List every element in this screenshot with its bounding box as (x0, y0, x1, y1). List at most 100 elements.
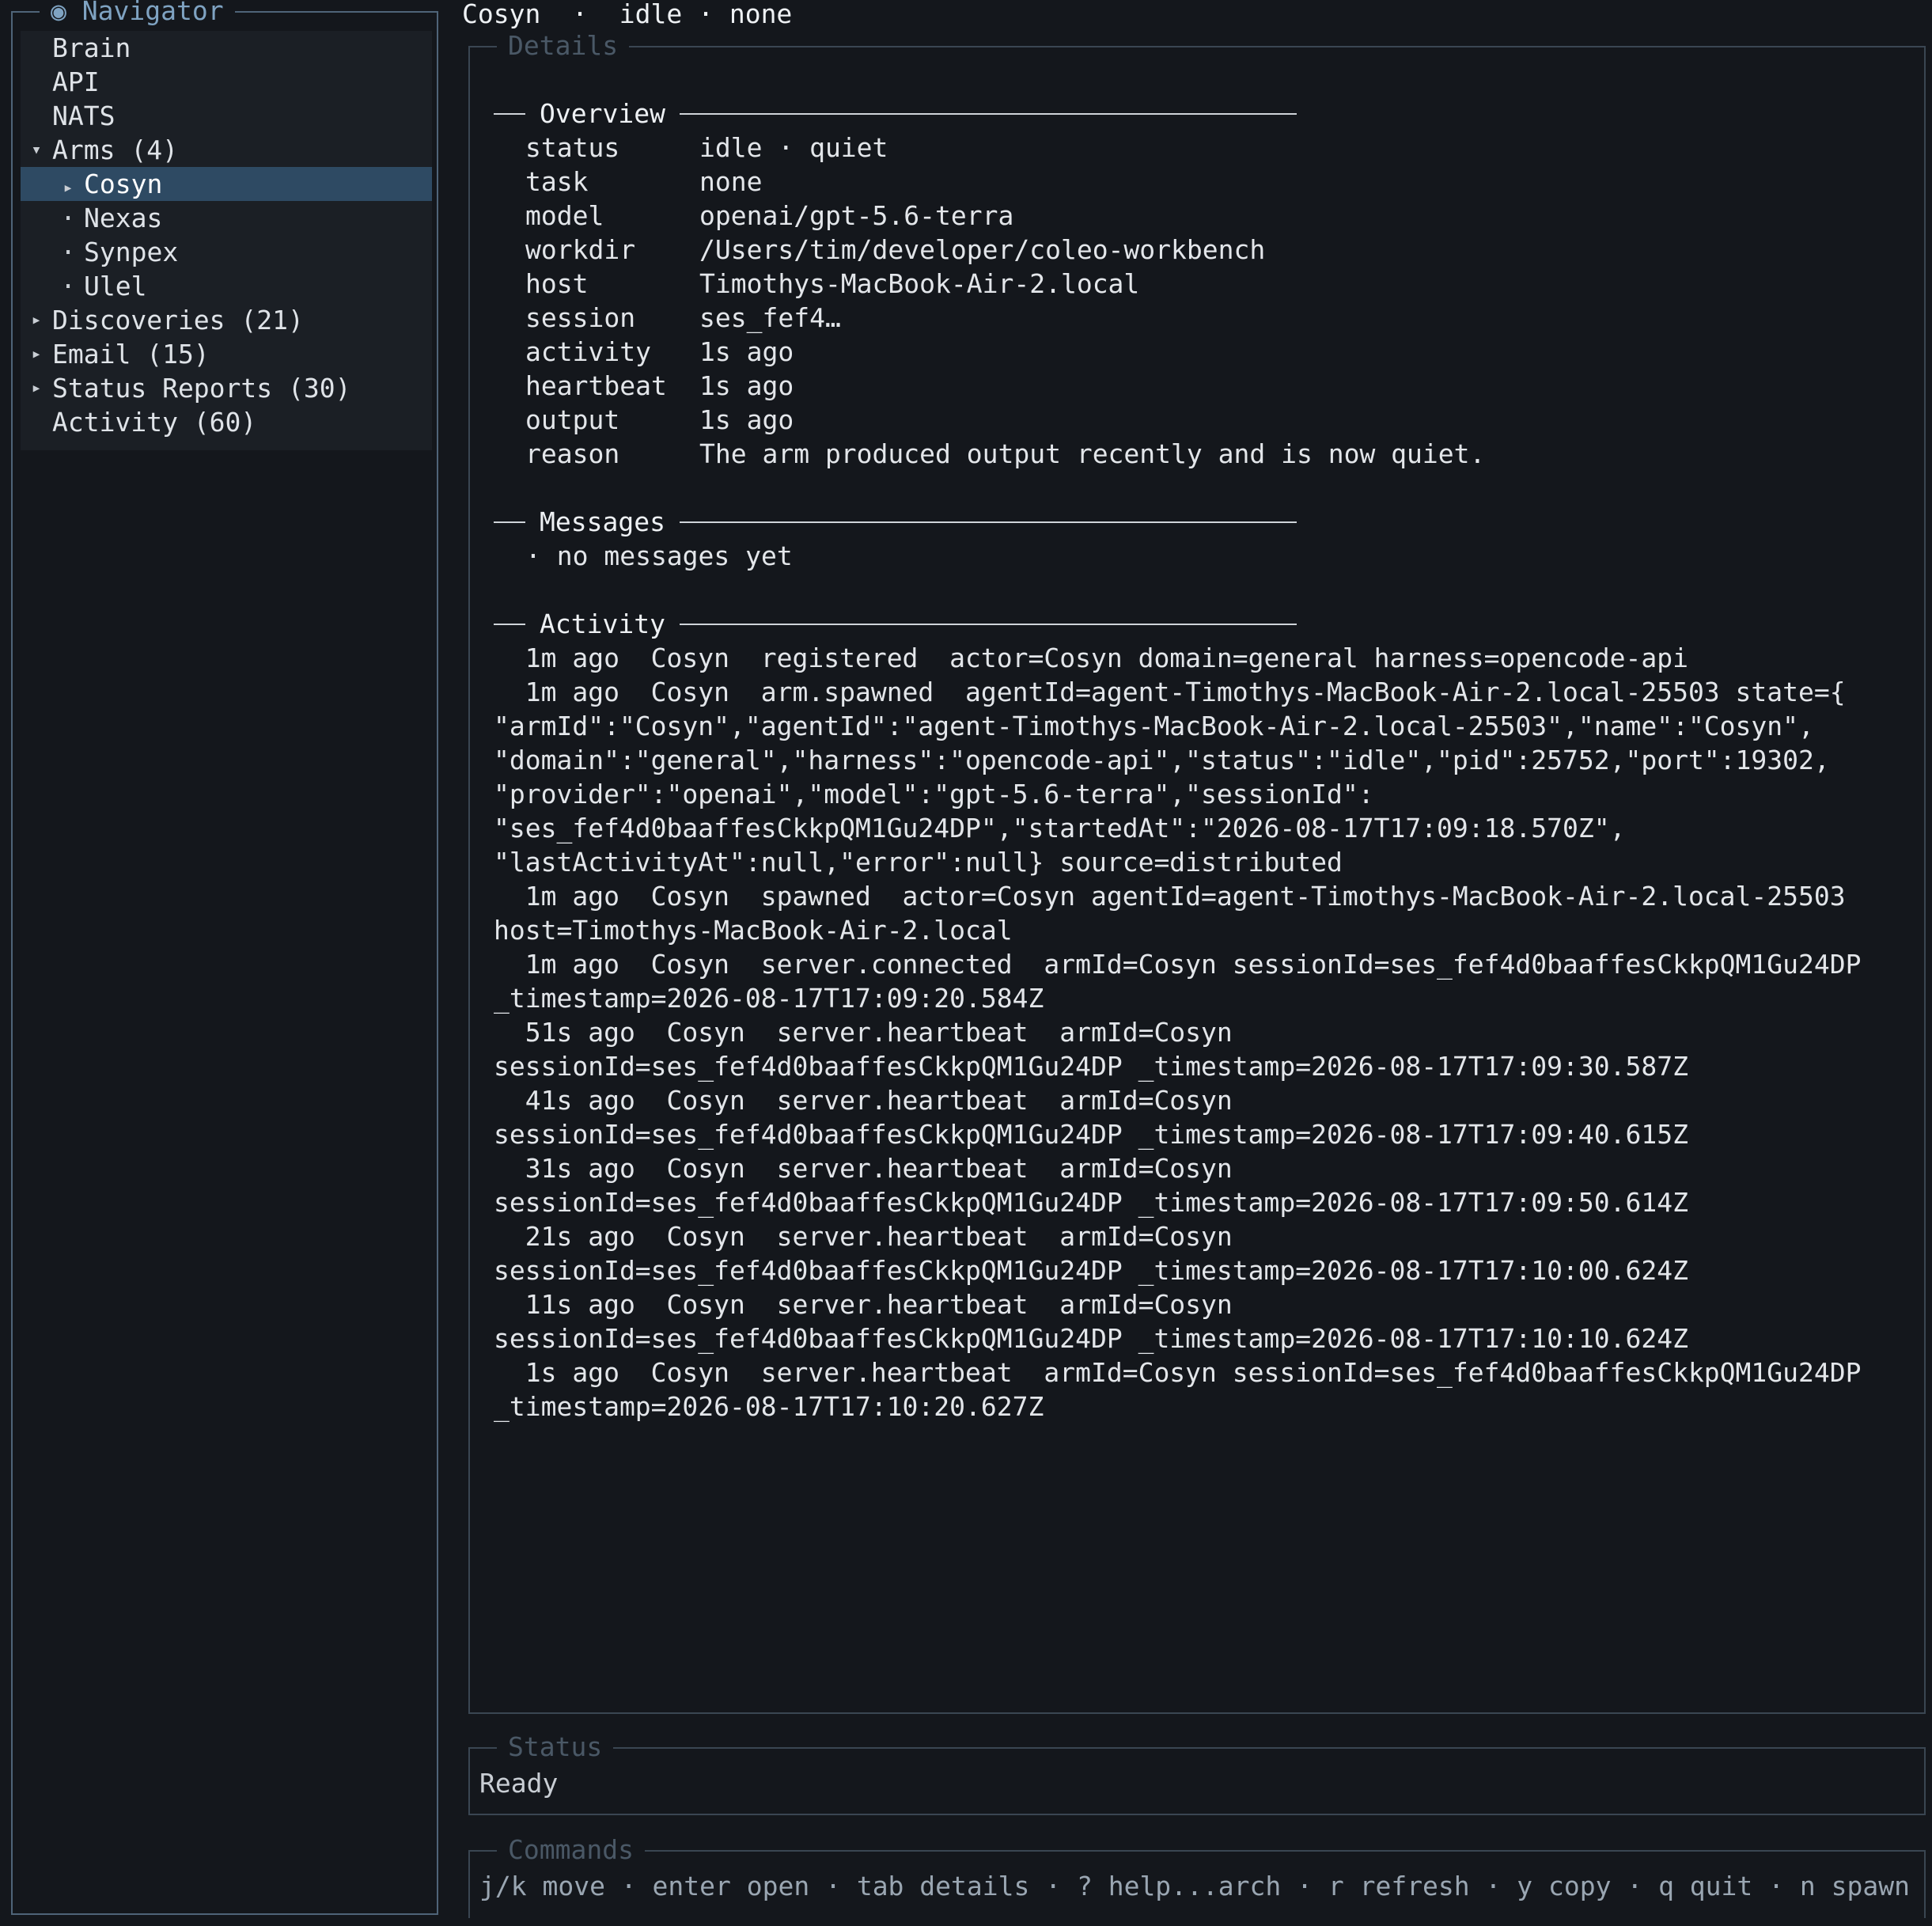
overview-row-task: task none (494, 165, 1910, 199)
nav-item-label: Nexas (84, 203, 163, 233)
overview-key: host (525, 268, 589, 299)
nav-item-label: Cosyn (84, 169, 163, 199)
overview-value: idle · quiet (699, 132, 888, 163)
activity-line: 31s ago Cosyn server.heartbeat armId=Cos… (494, 1153, 1233, 1184)
overview-value: openai/gpt-5.6-terra (699, 200, 1014, 231)
messages-heading: Messages (494, 505, 1910, 539)
details-title: Details (497, 30, 630, 62)
bullet-icon: · (60, 237, 76, 267)
activity-line: "ses_fef4d0baaffesCkkpQM1Gu24DP","starte… (494, 813, 1626, 844)
overview-row-status: status idle · quiet (494, 131, 1910, 165)
activity-line: 11s ago Cosyn server.heartbeat armId=Cos… (494, 1289, 1233, 1320)
activity-line: _timestamp=2026-08-17T17:10:20.627Z (494, 1391, 1044, 1422)
overview-key: status (525, 132, 620, 163)
chevron-right-icon: ▸ (63, 178, 74, 198)
activity-line: "armId":"Cosyn","agentId":"agent-Timothy… (494, 711, 1814, 741)
nav-item-label: Email (15) (52, 339, 210, 370)
nav-item-arm-ulel[interactable]: · Ulel (21, 269, 432, 303)
overview-list: status idle · quiet task none model openai/gp… (494, 131, 1910, 471)
overview-key: heartbeat (525, 370, 667, 401)
section-title: Messages (540, 506, 665, 537)
activity-line: host=Timothys-MacBook-Air-2.local (494, 915, 1013, 946)
chevron-down-icon[interactable]: ▾ (21, 133, 52, 167)
details-panel[interactable]: Details Overview status idle · quiet task n… (468, 30, 1926, 1714)
overview-value: /Users/tim/developer/coleo-workbench (699, 234, 1266, 265)
chevron-right-icon[interactable]: ▸ (21, 371, 52, 405)
nav-item-api[interactable]: API (21, 65, 432, 99)
nav-item-label: API (52, 66, 100, 97)
nav-item-arm-synpex[interactable]: · Synpex (21, 235, 432, 269)
nav-group-status-reports[interactable]: ▸ Status Reports (30) (21, 371, 432, 405)
navigator-title: ◉ Navigator (40, 0, 235, 27)
navigator-tree: Brain API NATS ▾ Arms (4) ▸ Cosyn · Nexas ·… (21, 31, 432, 450)
overview-value: 1s ago (699, 404, 794, 435)
chevron-right-icon[interactable]: ▸ (21, 303, 52, 337)
nav-item-arm-cosyn[interactable]: ▸ Cosyn (21, 167, 432, 201)
overview-heading: Overview (494, 97, 1910, 131)
overview-value: none (699, 166, 763, 197)
overview-value: The arm produced output recently and is … (699, 438, 1486, 469)
activity-line: sessionId=ses_fef4d0baaffesCkkpQM1Gu24DP… (494, 1255, 1688, 1286)
overview-row-model: model openai/gpt-5.6-terra (494, 199, 1910, 233)
commands-title: Commands (497, 1834, 645, 1866)
overview-key: task (525, 166, 589, 197)
navigator-title-label: Navigator (81, 0, 224, 26)
overview-row-host: host Timothys-MacBook-Air-2.local (494, 267, 1910, 301)
activity-line: 1m ago Cosyn registered actor=Cosyn doma… (494, 643, 1688, 673)
status-panel: Status Ready (468, 1731, 1926, 1815)
divider (494, 623, 525, 625)
nav-item-brain[interactable]: Brain (21, 31, 432, 65)
header-arm-name: Cosyn (462, 0, 541, 29)
overview-value: 1s ago (699, 370, 794, 401)
overview-key: reason (525, 438, 620, 469)
overview-row-reason: reason The arm produced output recently a… (494, 437, 1910, 471)
status-title: Status (497, 1731, 614, 1763)
activity-line: 41s ago Cosyn server.heartbeat armId=Cos… (494, 1085, 1233, 1116)
activity-line: sessionId=ses_fef4d0baaffesCkkpQM1Gu24DP… (494, 1051, 1688, 1082)
overview-row-output: output 1s ago (494, 403, 1910, 437)
nav-item-label: Ulel (84, 271, 147, 301)
activity-line: "lastActivityAt":null,"error":null} sour… (494, 847, 1343, 878)
activity-heading: Activity (494, 607, 1910, 641)
bullet-icon: · (60, 271, 76, 301)
divider (494, 112, 525, 115)
overview-value: ses_fef4… (699, 302, 841, 333)
nav-group-email[interactable]: ▸ Email (15) (21, 337, 432, 371)
nav-item-nats[interactable]: NATS (21, 99, 432, 133)
activity-line: 1m ago Cosyn spawned actor=Cosyn agentId… (494, 881, 1846, 912)
overview-key: session (525, 302, 636, 333)
commands-hint-bar: j/k move · enter open · tab details · ? … (479, 1871, 1910, 1901)
activity-line: 51s ago Cosyn server.heartbeat armId=Cos… (494, 1017, 1233, 1048)
overview-key: workdir (525, 234, 636, 265)
overview-value: 1s ago (699, 336, 794, 367)
activity-line: 1m ago Cosyn arm.spawned agentId=agent-T… (494, 677, 1846, 707)
divider (494, 521, 525, 523)
overview-value: Timothys-MacBook-Air-2.local (699, 268, 1140, 299)
status-text: Ready (479, 1768, 559, 1799)
divider (679, 521, 1297, 523)
nav-item-activity[interactable]: Activity (60) (21, 405, 432, 439)
overview-key: activity (525, 336, 651, 367)
divider (679, 623, 1297, 625)
activity-line: sessionId=ses_fef4d0baaffesCkkpQM1Gu24DP… (494, 1119, 1688, 1150)
chevron-right-icon[interactable]: ▸ (21, 337, 52, 371)
details-body: Overview status idle · quiet task none model… (494, 97, 1910, 1424)
header-arm-state: idle (619, 0, 683, 29)
activity-line: "domain":"general","harness":"opencode-a… (494, 745, 1830, 775)
activity-line: _timestamp=2026-08-17T17:09:20.584Z (494, 983, 1044, 1014)
nav-item-label: Synpex (84, 237, 179, 267)
header-separator: · (572, 0, 588, 29)
overview-row-heartbeat: heartbeat 1s ago (494, 369, 1910, 403)
overview-key: model (525, 200, 604, 231)
nav-group-arms[interactable]: ▾ Arms (4) (21, 133, 432, 167)
overview-key: output (525, 404, 620, 435)
navigator-panel: ◉ Navigator Brain API NATS ▾ Arms (4) ▸ Co… (11, 0, 438, 1915)
activity-line: 21s ago Cosyn server.heartbeat armId=Cos… (494, 1221, 1233, 1252)
nav-group-discoveries[interactable]: ▸ Discoveries (21) (21, 303, 432, 337)
overview-row-session: session ses_fef4… (494, 301, 1910, 335)
overview-row-activity: activity 1s ago (494, 335, 1910, 369)
activity-log: 1m ago Cosyn registered actor=Cosyn doma… (494, 641, 1910, 1424)
commands-panel: Commands j/k move · enter open · tab det… (468, 1834, 1926, 1918)
nav-item-label: Arms (4) (52, 135, 178, 165)
nav-item-arm-nexas[interactable]: · Nexas (21, 201, 432, 235)
